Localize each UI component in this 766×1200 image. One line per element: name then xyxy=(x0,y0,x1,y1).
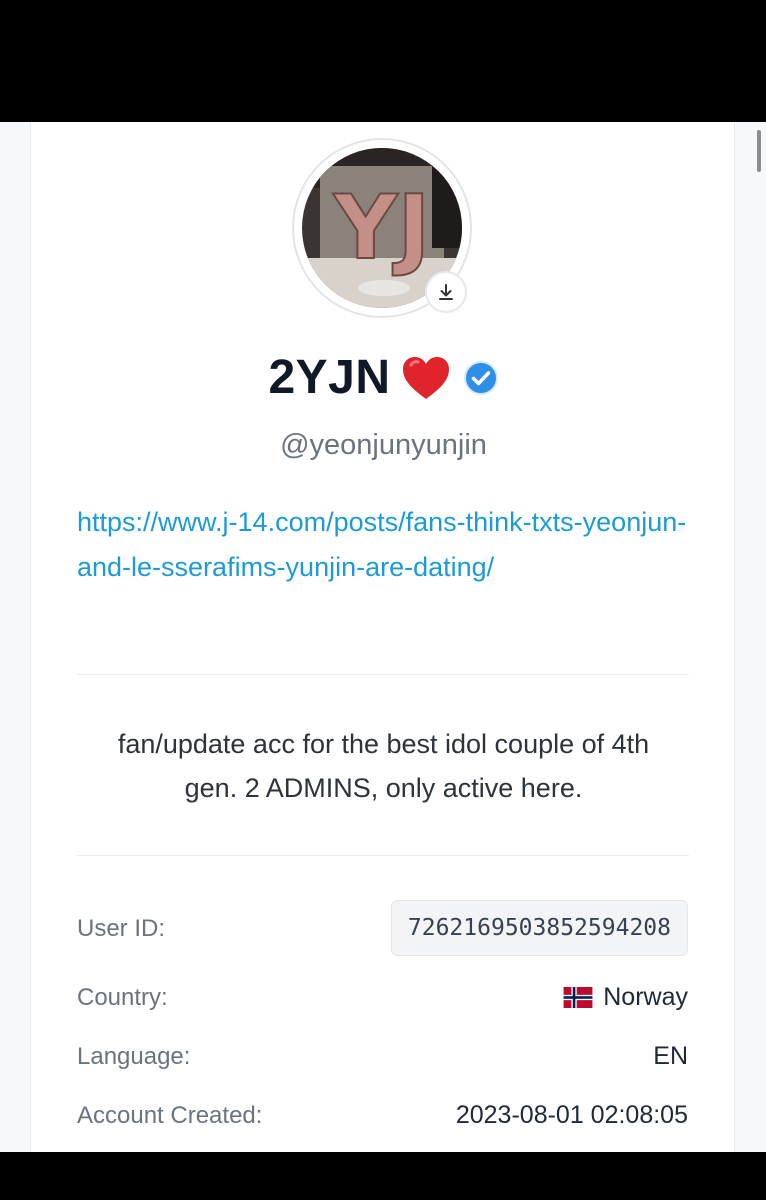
avatar-container: YJ xyxy=(292,138,472,318)
divider-bottom xyxy=(77,855,689,856)
profile-card: YJ 2YJN @yeonjunyunjin https://www.j-14.… xyxy=(30,122,735,1152)
language-label: Language: xyxy=(77,1043,191,1070)
top-black-bar xyxy=(0,0,766,122)
username-handle: @yeonjunyunjin xyxy=(280,429,487,461)
norway-flag-icon xyxy=(563,987,593,1008)
download-icon xyxy=(439,284,453,300)
bottom-black-bar xyxy=(0,1152,766,1200)
download-avatar-button[interactable] xyxy=(425,271,467,313)
display-name: 2YJN xyxy=(268,351,391,404)
name-row: 2YJN xyxy=(31,350,736,405)
verified-icon xyxy=(463,360,498,395)
country-label: Country: xyxy=(77,984,168,1011)
country-value-row: Norway xyxy=(563,983,688,1012)
account-created-value: 2023-08-01 02:08:05 xyxy=(455,1101,688,1129)
profile-link[interactable]: https://www.j-14.com/posts/fans-think-tx… xyxy=(77,500,697,590)
avatar-text: YJ xyxy=(333,176,430,279)
user-id-value[interactable]: 7262169503852594208 xyxy=(390,900,688,956)
divider-top xyxy=(77,674,689,675)
heart-icon xyxy=(402,356,449,399)
language-value: EN xyxy=(653,1042,688,1070)
scrollbar[interactable] xyxy=(752,122,766,1152)
user-id-label: User ID: xyxy=(77,915,166,942)
account-created-label: Account Created: xyxy=(77,1102,263,1129)
country-value: Norway xyxy=(603,983,688,1011)
bio-text: fan/update acc for the best idol couple … xyxy=(117,729,650,803)
scrollbar-thumb[interactable] xyxy=(757,130,761,172)
page-viewport[interactable]: YJ 2YJN @yeonjunyunjin https://www.j-14.… xyxy=(0,122,766,1152)
